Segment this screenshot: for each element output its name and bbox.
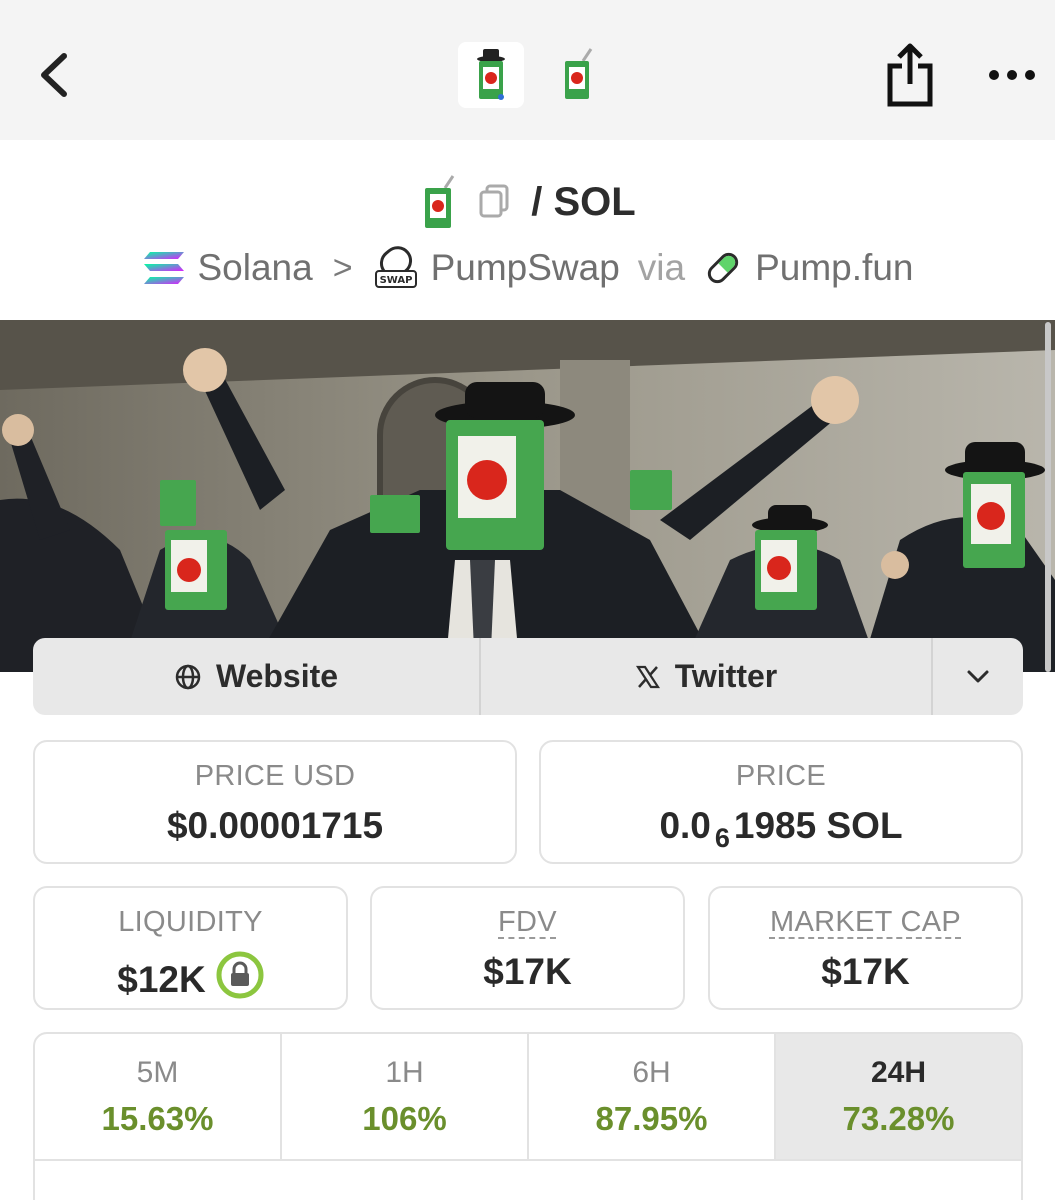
juice-box-icon [477, 49, 505, 100]
liquidity-lock-badge[interactable] [216, 951, 264, 1008]
tab-token[interactable] [544, 42, 610, 108]
svg-text:SWAP: SWAP [379, 275, 412, 286]
more-options-button[interactable] [982, 55, 1042, 95]
price-prefix: 0.0 [659, 805, 711, 846]
launchpad-link[interactable]: Pump.fun [703, 247, 913, 289]
solana-logo-icon [143, 252, 184, 284]
social-links-bar: Website Twitter [33, 638, 1023, 715]
dex-name: PumpSwap [430, 247, 620, 288]
liquidity-label: LIQUIDITY [118, 906, 263, 938]
website-label: Website [215, 658, 339, 694]
market-cap-card[interactable]: MARKET CAP $17K [708, 886, 1023, 1010]
price-change-panel: 5M 15.63% 1H 106% 6H 87.95% 24H 73.28% [33, 1032, 1023, 1200]
more-socials-button[interactable] [933, 638, 1023, 715]
lock-icon [216, 951, 264, 999]
share-icon [887, 43, 933, 107]
price-usd-value: $0.00001715 [166, 805, 384, 846]
top-bar [0, 0, 1055, 140]
share-button[interactable] [880, 40, 940, 110]
chain-name: Solana [197, 247, 313, 288]
price-change-value: 73.28% [842, 1100, 955, 1137]
price-usd-card: PRICE USD $0.00001715 [33, 740, 517, 864]
tab-token-with-hat[interactable] [458, 42, 524, 108]
more-dots-icon [989, 70, 1035, 80]
price-suffix: 1985 SOL [733, 805, 903, 846]
price-label: PRICE [735, 760, 827, 792]
twitter-button[interactable]: Twitter [481, 638, 933, 715]
breadcrumb: Solana > SWAP PumpSwap via Pump.fun [0, 240, 1055, 296]
x-logo-icon [635, 665, 660, 688]
back-button[interactable] [30, 42, 80, 108]
pair-heading: / SOL [0, 172, 1055, 232]
chain-link[interactable]: Solana [142, 247, 313, 289]
copy-icon [479, 184, 509, 217]
fdv-card[interactable]: FDV $17K [370, 886, 685, 1010]
fdv-label: FDV [498, 906, 557, 938]
fdv-value: $17K [483, 951, 572, 992]
scrollbar[interactable] [1045, 322, 1051, 672]
timeframe-label: 24H [870, 1056, 927, 1089]
globe-icon [175, 664, 201, 689]
price-change-value: 15.63% [101, 1100, 214, 1137]
tab-1h[interactable]: 1H 106% [282, 1034, 529, 1159]
twitter-label: Twitter [674, 658, 778, 694]
pair-quote: / SOL [531, 179, 636, 224]
price-change-value: 87.95% [595, 1100, 708, 1137]
timeframe-label: 1H [385, 1056, 424, 1089]
market-cap-label: MARKET CAP [769, 906, 961, 938]
dex-link[interactable]: SWAP PumpSwap [373, 245, 620, 291]
liquidity-card: LIQUIDITY $12K [33, 886, 348, 1010]
pumpswap-logo-icon: SWAP [374, 246, 417, 288]
token-tabs [458, 42, 610, 108]
timeframe-label: 5M [136, 1056, 179, 1089]
tab-5m[interactable]: 5M 15.63% [35, 1034, 282, 1159]
price-change-value: 106% [362, 1100, 447, 1137]
price-zero-count: 6 [714, 822, 730, 853]
tab-24h[interactable]: 24H 73.28% [776, 1034, 1021, 1159]
pill-icon [707, 252, 739, 284]
juice-box-icon [425, 175, 455, 228]
timeframe-label: 6H [632, 1056, 671, 1089]
tab-6h[interactable]: 6H 87.95% [529, 1034, 776, 1159]
chevron-down-icon [967, 670, 989, 682]
copy-address-button[interactable] [477, 182, 513, 223]
website-button[interactable]: Website [33, 638, 481, 715]
chevron-left-icon [41, 53, 67, 97]
via-label: via [637, 247, 686, 288]
launchpad-name: Pump.fun [755, 247, 914, 288]
price-native-card: PRICE 0.0 6 1985 SOL [539, 740, 1023, 864]
liquidity-value: $12K [117, 958, 206, 1000]
breadcrumb-separator: > [332, 248, 353, 287]
token-banner-image [0, 320, 1055, 672]
market-cap-value: $17K [821, 951, 910, 992]
juice-box-icon [565, 48, 593, 99]
price-usd-label: PRICE USD [194, 760, 356, 792]
